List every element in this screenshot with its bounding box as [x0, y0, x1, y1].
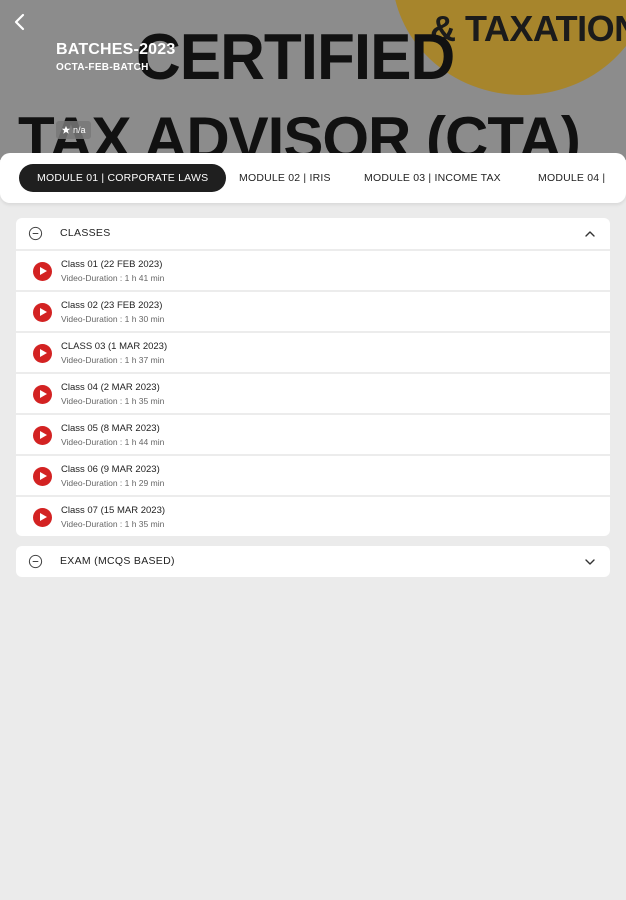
circle-minus-icon	[28, 554, 43, 569]
classes-section: CLASSES Class 01 (22 FEB 2023) Video-Dur…	[16, 218, 610, 536]
play-icon[interactable]	[33, 303, 52, 322]
class-list-item[interactable]: Class 02 (23 FEB 2023) Video-Duration : …	[16, 290, 610, 331]
class-duration: Video-Duration : 1 h 30 min	[61, 314, 165, 324]
course-banner: & TAXATION CERTIFIED TAX ADVISOR (CTA) B…	[0, 0, 626, 160]
section-title: EXAM (MCQS BASED)	[60, 555, 175, 567]
class-list-item[interactable]: Class 05 (8 MAR 2023) Video-Duration : 1…	[16, 413, 610, 454]
class-title: Class 04 (2 MAR 2023)	[61, 382, 160, 393]
class-title: CLASS 03 (1 MAR 2023)	[61, 341, 168, 352]
class-duration: Video-Duration : 1 h 44 min	[61, 437, 165, 447]
module-tabs: MODULE 01 | CORPORATE LAWS MODULE 02 | I…	[0, 153, 626, 203]
class-duration: Video-Duration : 1 h 35 min	[61, 396, 165, 406]
star-icon	[61, 125, 71, 134]
class-title: Class 01 (22 FEB 2023)	[61, 259, 163, 270]
play-icon[interactable]	[33, 262, 52, 281]
circle-minus-icon	[28, 226, 43, 241]
class-duration: Video-Duration : 1 h 41 min	[61, 273, 165, 283]
class-title: Class 02 (23 FEB 2023)	[61, 300, 163, 311]
banner-text-certified: CERTIFIED	[136, 21, 455, 94]
class-title: Class 05 (8 MAR 2023)	[61, 423, 160, 434]
class-duration: Video-Duration : 1 h 37 min	[61, 355, 165, 365]
class-list-item[interactable]: CLASS 03 (1 MAR 2023) Video-Duration : 1…	[16, 331, 610, 372]
class-list-item[interactable]: Class 01 (22 FEB 2023) Video-Duration : …	[16, 249, 610, 290]
chevron-up-icon	[585, 231, 595, 237]
exam-section: EXAM (MCQS BASED)	[16, 546, 610, 577]
play-icon[interactable]	[33, 344, 52, 363]
chevron-down-icon	[585, 559, 595, 565]
chevron-left-icon	[14, 13, 25, 31]
tab-module-01[interactable]: MODULE 01 | CORPORATE LAWS	[19, 164, 227, 192]
class-duration: Video-Duration : 1 h 35 min	[61, 519, 165, 529]
rating-value: n/a	[73, 125, 86, 135]
class-list-item[interactable]: Class 04 (2 MAR 2023) Video-Duration : 1…	[16, 372, 610, 413]
play-icon[interactable]	[33, 508, 52, 527]
rating-badge: n/a	[56, 121, 91, 139]
class-duration: Video-Duration : 1 h 29 min	[61, 478, 165, 488]
section-title: CLASSES	[60, 227, 111, 239]
class-title: Class 06 (9 MAR 2023)	[61, 464, 160, 475]
classes-section-header[interactable]: CLASSES	[16, 218, 610, 249]
banner-text-taxation: & TAXATION	[430, 8, 626, 49]
banner-text-advisor: TAX ADVISOR (CTA)	[18, 105, 581, 160]
play-icon[interactable]	[33, 385, 52, 404]
tab-module-02[interactable]: MODULE 02 | IRIS	[239, 164, 331, 192]
class-title: Class 07 (15 MAR 2023)	[61, 505, 166, 516]
batch-subtitle: OCTA-FEB-BATCH	[56, 62, 149, 73]
class-list-item[interactable]: Class 07 (15 MAR 2023) Video-Duration : …	[16, 495, 610, 536]
batch-title: BATCHES-2023	[56, 41, 176, 58]
play-icon[interactable]	[33, 467, 52, 486]
exam-section-header[interactable]: EXAM (MCQS BASED)	[16, 546, 610, 577]
play-icon[interactable]	[33, 426, 52, 445]
back-button[interactable]	[6, 8, 34, 36]
class-list-item[interactable]: Class 06 (9 MAR 2023) Video-Duration : 1…	[16, 454, 610, 495]
tab-module-04[interactable]: MODULE 04 |	[538, 164, 605, 192]
tab-module-03[interactable]: MODULE 03 | INCOME TAX	[364, 164, 501, 192]
